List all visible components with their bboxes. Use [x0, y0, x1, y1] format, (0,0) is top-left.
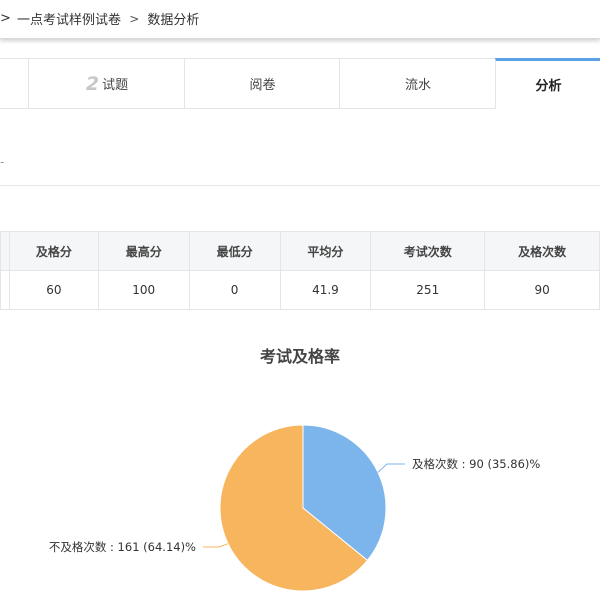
pie-slice-label: 不及格次数 : 161 (64.14)% [49, 540, 196, 554]
pie-connector-line [203, 543, 229, 548]
pie-slice-label: 及格次数 : 90 (35.86)% [412, 457, 540, 471]
pie-connector-line [377, 463, 405, 473]
pie-chart: 及格次数 : 90 (35.86)% 不及格次数 : 161 (64.14)% [49, 424, 540, 592]
